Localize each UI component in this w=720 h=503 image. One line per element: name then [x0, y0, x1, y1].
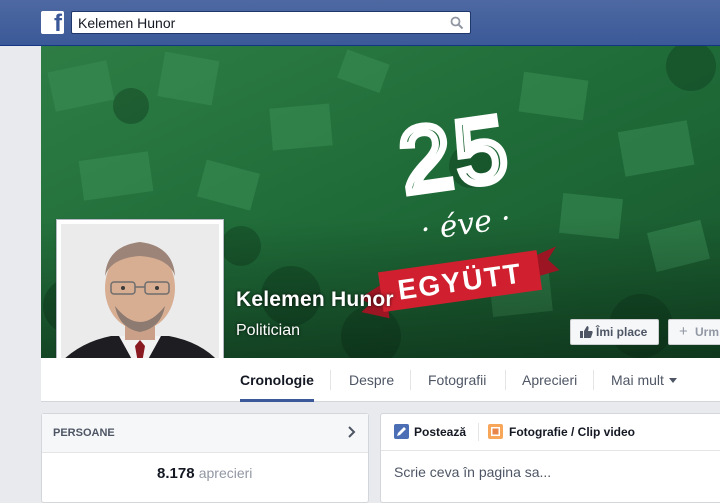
likes-summary[interactable]: 8.178 aprecieri	[157, 465, 252, 482]
post-composer: Postează Fotografie / Clip video Scrie c…	[380, 413, 720, 503]
like-button[interactable]: Îmi place	[570, 319, 659, 345]
tab-divider	[593, 370, 594, 390]
top-navigation-bar: f Kelemen Hunor	[0, 0, 720, 46]
profile-category: Politician	[236, 322, 301, 339]
post-status-label: Postează	[414, 425, 467, 439]
people-card: PERSOANE 8.178 aprecieri	[41, 413, 369, 503]
tab-divider	[505, 370, 506, 390]
thumbs-up-icon	[580, 326, 593, 338]
people-card-title: PERSOANE	[53, 427, 115, 439]
plus-icon: +	[679, 323, 688, 340]
composer-divider	[478, 423, 479, 441]
tab-more[interactable]: Mai mult	[611, 358, 677, 401]
profile-name[interactable]: Kelemen Hunor	[236, 288, 394, 312]
pencil-icon	[394, 424, 409, 439]
left-margin	[0, 46, 41, 492]
follow-button[interactable]: + Urm	[668, 319, 720, 345]
search-icon[interactable]	[450, 16, 464, 30]
tab-photos-label: Fotografii	[428, 372, 487, 388]
tab-likes[interactable]: Aprecieri	[522, 358, 577, 401]
composer-actions: Postează Fotografie / Clip video	[381, 414, 720, 451]
photo-icon	[488, 424, 503, 439]
facebook-logo-letter: f	[54, 11, 62, 34]
add-photo-video-button[interactable]: Fotografie / Clip video	[488, 424, 636, 439]
status-input[interactable]: Scrie ceva în pagina sa...	[394, 464, 551, 480]
tab-more-label: Mai mult	[611, 372, 664, 388]
tab-divider	[330, 370, 331, 390]
profile-tabs: Cronologie Despre Fotografii Aprecieri M…	[41, 358, 720, 402]
chevron-right-icon[interactable]	[348, 426, 356, 438]
chevron-down-icon	[668, 378, 677, 383]
people-card-header[interactable]: PERSOANE	[42, 414, 368, 453]
tab-about-label: Despre	[349, 372, 395, 388]
facebook-logo-icon[interactable]: f	[41, 11, 64, 34]
tab-photos[interactable]: Fotografii	[428, 358, 486, 401]
post-status-button[interactable]: Postează	[394, 424, 467, 439]
tab-timeline[interactable]: Cronologie	[240, 358, 314, 402]
like-button-label: Îmi place	[596, 325, 648, 339]
search-input[interactable]: Kelemen Hunor	[71, 11, 471, 34]
likes-count: 8.178	[157, 465, 195, 482]
likes-label: aprecieri	[198, 465, 253, 481]
cover-number-text: 25	[393, 97, 516, 213]
tab-likes-label: Aprecieri	[522, 372, 578, 388]
tab-timeline-label: Cronologie	[240, 372, 314, 388]
tab-divider	[410, 370, 411, 390]
add-photo-video-label: Fotografie / Clip video	[509, 425, 636, 439]
search-input-value: Kelemen Hunor	[78, 15, 176, 31]
tab-about[interactable]: Despre	[349, 358, 394, 401]
follow-button-label: Urm	[695, 325, 720, 339]
